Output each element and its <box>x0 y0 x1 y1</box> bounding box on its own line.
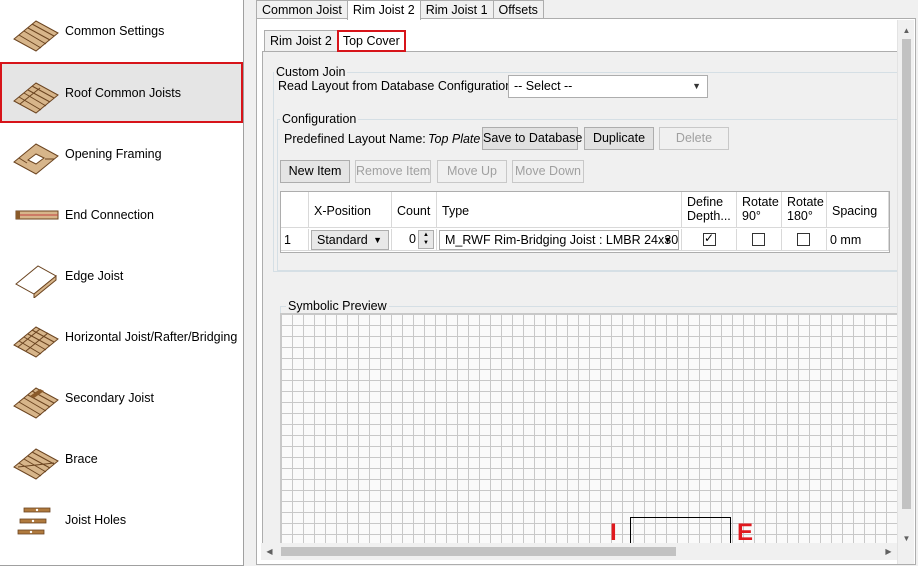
tab-offsets[interactable]: Offsets <box>492 0 544 19</box>
tab-rim-joist-2[interactable]: Rim Joist 2 <box>346 0 421 20</box>
sidebar-item-secondary-joist[interactable]: Secondary Joist <box>0 367 243 428</box>
rotate-180-checkbox[interactable] <box>797 233 810 246</box>
sidebar-item-label: Common Settings <box>65 23 165 38</box>
sidebar-item-edge-joist[interactable]: Edge Joist <box>0 245 243 306</box>
sidebar-item-label: Brace <box>65 451 98 466</box>
opening-framing-icon <box>13 142 59 175</box>
count-value[interactable]: 0 <box>409 232 416 246</box>
predefined-layout-label: Predefined Layout Name: <box>284 132 426 146</box>
tab-top-cover[interactable]: Top Cover <box>336 30 406 52</box>
col-define-depth-line2: Depth... <box>687 209 731 223</box>
roof-joists-icon <box>13 81 59 114</box>
col-rotate-180-line2: 180° <box>787 209 813 223</box>
type-cell: M_RWF Rim-Bridging Joist : LMBR 24x30 ▼ <box>437 229 682 251</box>
col-type[interactable]: Type <box>437 192 682 228</box>
rim-joist-2-panel: Rim Joist 2 Top Cover Custom Join Read L… <box>256 18 916 565</box>
layout-items-table: X-Position Count Type Define Depth... Ro… <box>280 191 890 253</box>
sidebar-item-label: Edge Joist <box>65 268 124 283</box>
sidebar-item-label: Secondary Joist <box>65 390 154 405</box>
sidebar-item-horizontal-joist[interactable]: Horizontal Joist/Rafter/Bridging <box>0 306 243 367</box>
new-item-button[interactable]: New Item <box>280 160 350 183</box>
scroll-down-icon[interactable]: ▼ <box>898 530 915 547</box>
define-depth-cell <box>682 229 737 251</box>
col-rotate-90-line1: Rotate <box>742 195 779 209</box>
read-layout-label: Read Layout from Database Configuration: <box>278 79 516 93</box>
duplicate-button[interactable]: Duplicate <box>584 127 654 150</box>
row-header-corner <box>281 192 309 228</box>
top-cover-panel: Custom Join Read Layout from Database Co… <box>262 51 898 560</box>
col-count[interactable]: Count <box>392 192 437 228</box>
configuration-title: Configuration <box>280 112 359 126</box>
horizontal-joist-icon <box>13 325 59 358</box>
count-cell: 0 ▲ ▼ <box>392 229 437 251</box>
sidebar-item-opening-framing[interactable]: Opening Framing <box>0 123 243 184</box>
secondary-joist-icon <box>13 386 59 419</box>
col-x-position[interactable]: X-Position <box>309 192 392 228</box>
rotate-180-cell <box>782 229 827 251</box>
x-position-cell: Standard ▼ <box>309 229 392 251</box>
sidebar-item-label: Roof Common Joists <box>65 85 182 100</box>
sidebar-item-joist-holes[interactable]: Joist Holes <box>0 489 243 550</box>
edge-joist-icon <box>15 264 57 298</box>
tab-sub-rim-joist-2[interactable]: Rim Joist 2 <box>264 30 338 51</box>
sidebar-item-roof-common-joists[interactable]: Roof Common Joists <box>0 62 243 123</box>
symbolic-preview-title: Symbolic Preview <box>286 299 389 313</box>
chevron-down-icon: ▼ <box>692 81 701 91</box>
count-spinner[interactable]: ▲ ▼ <box>418 230 434 249</box>
custom-join-title: Custom Join <box>274 65 348 79</box>
x-position-select[interactable]: Standard ▼ <box>311 230 389 250</box>
sidebar-item-brace[interactable]: Brace <box>0 428 243 489</box>
chevron-down-icon: ▼ <box>373 235 382 245</box>
spin-down-icon[interactable]: ▼ <box>419 239 433 247</box>
sidebar-item-label: Opening Framing <box>65 146 162 161</box>
scroll-right-icon[interactable]: ▶ <box>880 543 897 560</box>
row-number: 1 <box>281 229 309 251</box>
col-spacing[interactable]: Spacing <box>827 192 889 228</box>
database-configuration-select[interactable]: -- Select -- ▼ <box>508 75 708 98</box>
predefined-layout-value: Top Plate <box>428 132 481 146</box>
col-rotate-180-line1: Rotate <box>787 195 824 209</box>
sidebar-item-common-settings[interactable]: Common Settings <box>0 0 243 61</box>
delete-button[interactable]: Delete <box>659 127 729 150</box>
horizontal-scroll-thumb[interactable] <box>281 547 676 556</box>
top-tab-strip: Common Joist Rim Joist 2 Rim Joist 1 Off… <box>256 0 544 20</box>
tab-rim-joist-1[interactable]: Rim Joist 1 <box>419 0 494 19</box>
sidebar-item-label: End Connection <box>65 207 154 222</box>
col-define-depth-line1: Define <box>687 195 724 209</box>
scroll-up-icon[interactable]: ▲ <box>898 22 915 39</box>
joist-panel-icon <box>13 19 59 52</box>
sub-tab-strip: Rim Joist 2 Top Cover <box>264 30 406 52</box>
scroll-left-icon[interactable]: ◀ <box>261 543 278 560</box>
horizontal-scrollbar[interactable]: ◀ ▶ <box>261 543 897 560</box>
remove-item-button[interactable]: Remove Item <box>355 160 431 183</box>
sidebar-item-end-connection[interactable]: End Connection <box>0 184 243 245</box>
col-rotate-180[interactable]: Rotate 180° <box>782 192 827 228</box>
database-configuration-value: -- Select -- <box>514 79 573 93</box>
x-position-value: Standard <box>317 233 368 247</box>
vertical-scroll-thumb[interactable] <box>902 39 911 509</box>
col-rotate-90[interactable]: Rotate 90° <box>737 192 782 228</box>
col-rotate-90-line2: 90° <box>742 209 761 223</box>
end-connection-icon <box>15 210 59 219</box>
sidebar-item-label: Joist Holes <box>65 512 127 527</box>
move-up-button[interactable]: Move Up <box>437 160 507 183</box>
brace-icon <box>13 447 59 480</box>
sidebar-item-label: Horizontal Joist/Rafter/Bridging <box>65 329 238 344</box>
save-to-database-button[interactable]: Save to Database <box>482 127 582 150</box>
vertical-scrollbar[interactable]: ▲ ▼ <box>897 20 914 564</box>
define-depth-checkbox[interactable] <box>703 231 716 246</box>
symbolic-preview-canvas[interactable]: I E <box>280 313 897 559</box>
rotate-90-cell <box>737 229 782 251</box>
chevron-down-icon: ▼ <box>663 235 672 245</box>
joist-holes-icon <box>17 507 51 534</box>
type-select[interactable]: M_RWF Rim-Bridging Joist : LMBR 24x30 ▼ <box>439 230 679 250</box>
col-define-depth[interactable]: Define Depth... <box>682 192 737 228</box>
spin-up-icon[interactable]: ▲ <box>419 231 433 239</box>
rotate-90-checkbox[interactable] <box>752 233 765 246</box>
category-sidebar: Common Settings Roof Common Joists Openi… <box>0 0 244 566</box>
spacing-cell[interactable]: 0 mm <box>827 229 889 251</box>
type-value: M_RWF Rim-Bridging Joist : LMBR 24x30 <box>445 233 679 247</box>
tab-common-joist[interactable]: Common Joist <box>256 0 348 19</box>
move-down-button[interactable]: Move Down <box>512 160 584 183</box>
